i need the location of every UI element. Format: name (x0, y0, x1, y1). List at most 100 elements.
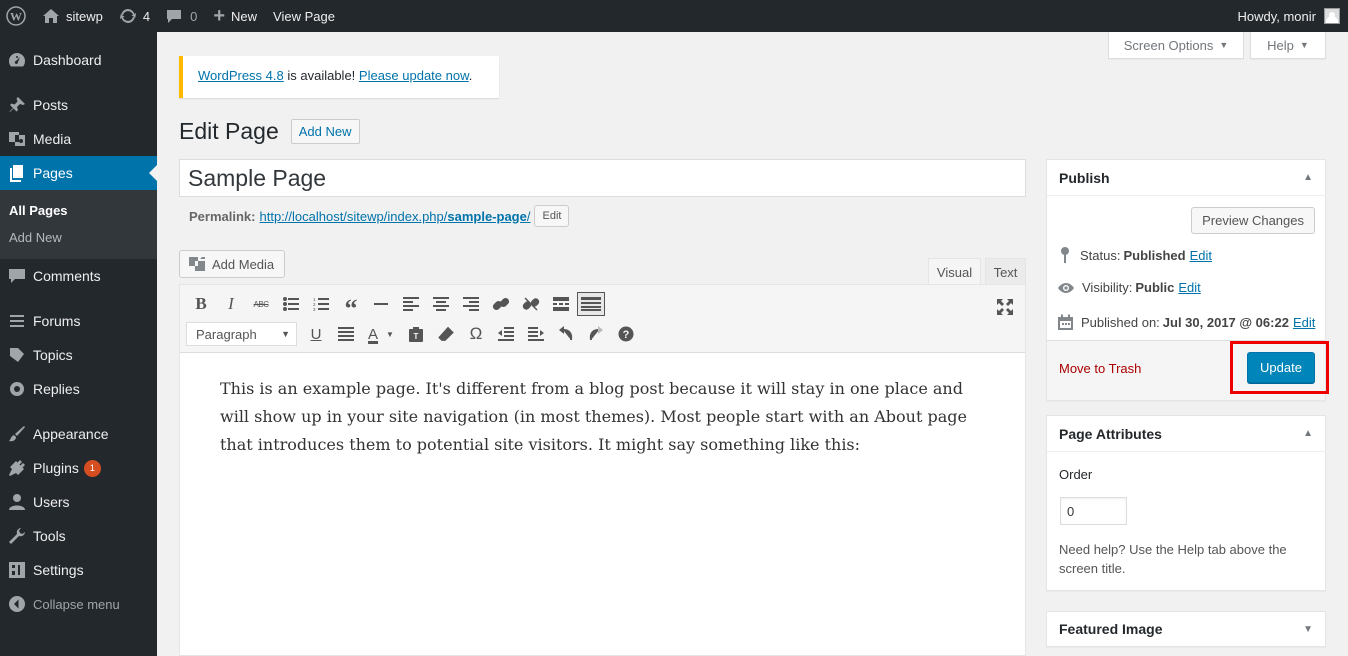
submenu-add-new[interactable]: Add New (0, 224, 157, 251)
strikethrough-button[interactable]: ABC (246, 291, 276, 317)
menu-label: Settings (33, 562, 84, 578)
featured-image-header[interactable]: Featured Image ▼ (1047, 612, 1325, 646)
pin-icon (7, 95, 27, 115)
menu-users[interactable]: Users (0, 485, 157, 519)
italic-button[interactable]: I (216, 291, 246, 317)
update-button[interactable]: Update (1247, 352, 1315, 383)
menu-label: Plugins (33, 460, 79, 476)
preview-changes-button[interactable]: Preview Changes (1191, 207, 1315, 234)
tab-text[interactable]: Text (985, 258, 1026, 285)
menu-label: Users (33, 494, 70, 510)
undo-button[interactable] (551, 321, 581, 347)
menu-settings[interactable]: Settings (0, 553, 157, 587)
edit-visibility-link[interactable]: Edit (1178, 280, 1200, 295)
menu-posts[interactable]: Posts (0, 88, 157, 122)
edit-status-link[interactable]: Edit (1190, 248, 1212, 263)
permalink-label: Permalink: (189, 208, 256, 224)
menu-tools[interactable]: Tools (0, 519, 157, 553)
fullscreen-button[interactable] (995, 297, 1015, 317)
permalink-url[interactable]: http://localhost/sitewp/index.php/sample… (259, 209, 530, 224)
collapse-up-icon[interactable]: ▲ (1303, 172, 1313, 183)
view-page-link[interactable]: View Page (265, 0, 343, 32)
read-more-icon (553, 297, 569, 311)
tab-visual[interactable]: Visual (928, 258, 981, 285)
site-name: sitewp (66, 8, 103, 24)
howdy-label: Howdy, monir (1237, 8, 1316, 24)
move-to-trash-link[interactable]: Move to Trash (1059, 361, 1141, 376)
admin-sidebar: Dashboard Posts Media Pages All Pages Ad… (0, 32, 157, 656)
content-editor: B I ABC 123 “ Paragraph ▼ U A ▼ T Ω ? Th… (179, 284, 1026, 656)
read-more-button[interactable] (546, 291, 576, 317)
special-character-button[interactable]: Ω (461, 321, 491, 347)
view-page-label: View Page (273, 8, 335, 24)
edit-slug-button[interactable]: Edit (534, 205, 570, 227)
add-new-page-button[interactable]: Add New (290, 119, 360, 144)
my-account-link[interactable]: Howdy, monir (1229, 0, 1348, 32)
publish-box-header[interactable]: Publish ▲ (1047, 160, 1325, 196)
screen-options-button[interactable]: Screen Options ▼ (1108, 32, 1244, 59)
underline-button[interactable]: U (301, 321, 331, 347)
please-update-link[interactable]: Please update now (359, 68, 469, 83)
order-input[interactable] (1060, 497, 1127, 525)
comment-icon (7, 266, 27, 286)
decrease-indent-button[interactable] (491, 321, 521, 347)
chevron-down-icon: ▼ (386, 329, 394, 339)
horizontal-line-button[interactable] (366, 291, 396, 317)
comments-link[interactable]: 0 (158, 0, 205, 32)
menu-dashboard[interactable]: Dashboard (0, 43, 157, 77)
increase-indent-button[interactable] (521, 321, 551, 347)
menu-comments[interactable]: Comments (0, 259, 157, 293)
pages-icon (7, 163, 27, 183)
collapse-menu-button[interactable]: Collapse menu (0, 587, 157, 621)
paste-as-text-button[interactable]: T (401, 321, 431, 347)
redo-button[interactable] (581, 321, 611, 347)
collapse-up-icon[interactable]: ▲ (1303, 428, 1313, 439)
editor-content[interactable]: This is an example page. It's different … (180, 353, 1025, 459)
featured-image-title: Featured Image (1059, 621, 1163, 637)
dropdown-arrow-icon: ▼ (1219, 40, 1229, 50)
insert-link-button[interactable] (486, 291, 516, 317)
menu-topics[interactable]: Topics (0, 338, 157, 372)
wordpress-logo-icon[interactable]: W (0, 0, 34, 32)
menu-forums[interactable]: Forums (0, 304, 157, 338)
bulleted-list-button[interactable] (276, 291, 306, 317)
publish-title: Publish (1059, 169, 1110, 186)
unlink-icon (522, 297, 540, 311)
wordpress-version-link[interactable]: WordPress 4.8 (198, 68, 284, 83)
add-media-button[interactable]: Add Media (179, 250, 286, 278)
align-right-button[interactable] (456, 291, 486, 317)
menu-appearance[interactable]: Appearance (0, 417, 157, 451)
expand-down-icon[interactable]: ▼ (1303, 624, 1313, 635)
calendar-icon (1058, 314, 1073, 330)
avatar (1324, 8, 1340, 24)
align-center-button[interactable] (426, 291, 456, 317)
clear-formatting-button[interactable] (431, 321, 461, 347)
featured-image-box: Featured Image ▼ (1046, 611, 1326, 647)
site-name-link[interactable]: sitewp (34, 0, 111, 32)
menu-pages[interactable]: Pages (0, 156, 157, 190)
new-content-link[interactable]: + New (205, 0, 265, 32)
menu-media[interactable]: Media (0, 122, 157, 156)
bold-button[interactable]: B (186, 291, 216, 317)
justify-button[interactable] (331, 321, 361, 347)
toolbar-toggle-button[interactable] (577, 292, 605, 316)
keyboard-icon (581, 297, 601, 311)
paragraph-format-select[interactable]: Paragraph ▼ (186, 322, 297, 346)
post-title-input[interactable] (179, 159, 1026, 197)
numbered-list-button[interactable]: 123 (306, 291, 336, 317)
visibility-row: Visibility: Public Edit (1057, 280, 1201, 295)
keyboard-shortcuts-button[interactable]: ? (611, 321, 641, 347)
text-color-button[interactable]: A ▼ (361, 321, 401, 347)
menu-plugins[interactable]: Plugins 1 (0, 451, 157, 485)
remove-link-button[interactable] (516, 291, 546, 317)
align-left-button[interactable] (396, 291, 426, 317)
help-button[interactable]: Help ▼ (1250, 32, 1326, 59)
blockquote-button[interactable]: “ (336, 291, 366, 322)
page-attributes-header[interactable]: Page Attributes ▲ (1047, 416, 1325, 452)
submenu-all-pages[interactable]: All Pages (0, 197, 157, 224)
permalink-row: Permalink: http://localhost/sitewp/index… (189, 205, 570, 227)
edit-date-link[interactable]: Edit (1293, 315, 1315, 330)
menu-replies[interactable]: Replies (0, 372, 157, 406)
permalink-slug: sample-page (447, 208, 527, 224)
updates-link[interactable]: 4 (111, 0, 158, 32)
